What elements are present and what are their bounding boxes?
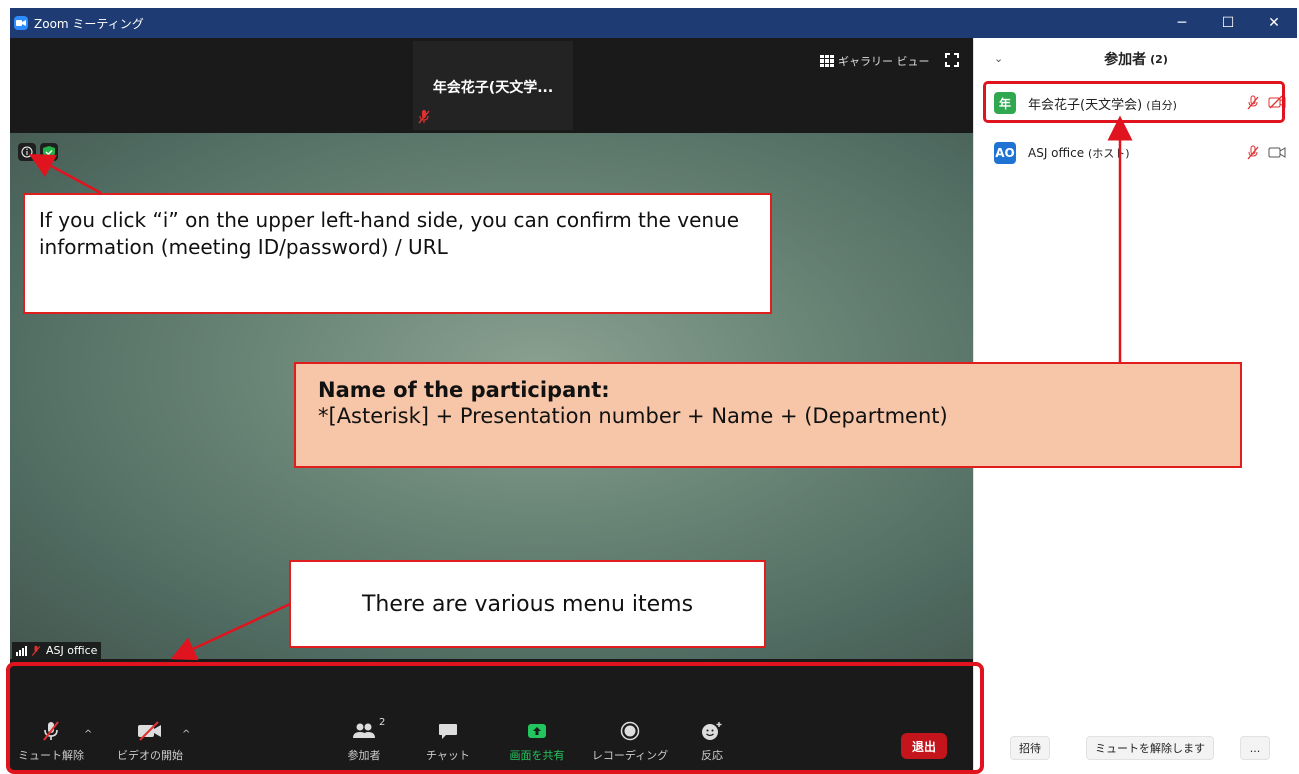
thumbnail-strip: 年会花子(天文学... ギャラリー ビュー [10, 38, 973, 133]
speaker-name: ASJ office [46, 644, 98, 657]
participant-count: (2) [1150, 52, 1168, 66]
video-icon[interactable] [1268, 145, 1286, 159]
maximize-button[interactable]: ☐ [1205, 8, 1251, 38]
signal-icon [16, 645, 27, 656]
gallery-view-button[interactable]: ギャラリー ビュー [820, 52, 930, 70]
panel-footer: 招待 ミュートを解除します ... [974, 732, 1297, 762]
grid-icon [820, 55, 834, 67]
fullscreen-icon[interactable] [944, 52, 960, 68]
callout-heading: Name of the participant: [318, 378, 610, 402]
minimize-button[interactable]: ─ [1159, 8, 1205, 38]
participant-status-icons [1246, 145, 1286, 161]
avatar: AO [994, 142, 1016, 164]
callout-format: *[Asterisk] + Presentation number + Name… [318, 404, 948, 428]
gallery-view-label: ギャラリー ビュー [838, 55, 930, 68]
more-options-button[interactable]: ... [1240, 736, 1270, 760]
close-button[interactable]: ✕ [1251, 8, 1297, 38]
menu-annotation-note: There are various menu items [289, 560, 766, 648]
panel-title: 参加者 [1104, 52, 1147, 68]
info-icon[interactable] [18, 143, 36, 161]
thumbnail-name: 年会花子(天文学... [432, 80, 554, 96]
window-controls: ─ ☐ ✕ [1159, 8, 1297, 38]
security-shield-icon[interactable] [40, 143, 58, 161]
muted-mic-icon [31, 645, 41, 656]
muted-mic-icon[interactable] [1246, 145, 1260, 161]
muted-mic-icon [418, 110, 430, 124]
panel-header: 参加者 (2) [974, 38, 1297, 80]
active-speaker-label: ASJ office [12, 642, 102, 659]
participant-name-callout: Name of the participant: *[Asterisk] + P… [294, 362, 1242, 468]
participant-role: (ホスト) [1087, 147, 1130, 160]
title-bar: Zoom ミーティング ─ ☐ ✕ [10, 8, 1297, 38]
unmute-all-button[interactable]: ミュートを解除します [1086, 736, 1214, 760]
participant-thumbnail[interactable]: 年会花子(天文学... [413, 41, 573, 130]
info-annotation-note: If you click “i” on the upper left-hand … [23, 193, 772, 314]
zoom-app-icon [14, 16, 28, 30]
participant-name: ASJ office (ホスト) [1028, 145, 1130, 161]
participant-name-text: ASJ office [1028, 146, 1085, 160]
participant-highlight-frame [983, 81, 1285, 123]
participant-row[interactable]: AO ASJ office (ホスト) [974, 138, 1297, 168]
toolbar-highlight-frame [6, 662, 984, 774]
window-title: Zoom ミーティング [34, 16, 144, 31]
invite-button[interactable]: 招待 [1010, 736, 1050, 760]
